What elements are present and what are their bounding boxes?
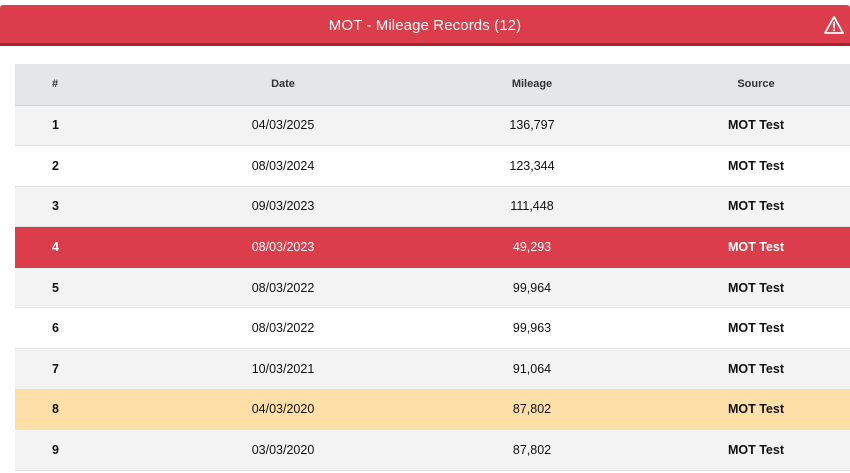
row-source-cell: MOT Test (630, 267, 850, 309)
row-source-cell: MOT Test (630, 348, 850, 390)
row-source-cell: MOT Test (630, 429, 850, 471)
row-source-cell: MOT Test (630, 145, 850, 187)
table-row[interactable]: 4 08/03/2023 49,293 MOT Test (15, 226, 850, 268)
row-number-cell: 5 (15, 267, 132, 309)
table-row[interactable]: 6 08/03/2022 99,963 MOT Test (15, 307, 850, 350)
column-header-mileage[interactable]: Mileage (434, 64, 630, 106)
table-header-row: # Date Mileage Source (15, 64, 850, 106)
row-date-cell: 04/03/2020 (132, 389, 434, 431)
table-row[interactable]: 1 04/03/2025 136,797 MOT Test (15, 105, 850, 147)
column-header-date[interactable]: Date (132, 64, 434, 106)
row-date-cell: 08/03/2024 (132, 145, 434, 187)
table-row[interactable]: 3 09/03/2023 111,448 MOT Test (15, 186, 850, 228)
table-row[interactable]: 9 03/03/2020 87,802 MOT Test (15, 429, 850, 471)
row-source-cell: MOT Test (630, 389, 850, 431)
row-date-cell: 03/03/2020 (132, 429, 434, 471)
panel-header[interactable]: MOT - Mileage Records (12) (0, 5, 850, 46)
column-header-source[interactable]: Source (630, 64, 850, 106)
row-mileage-cell: 123,344 (434, 145, 630, 187)
table-row[interactable]: 7 10/03/2021 91,064 MOT Test (15, 348, 850, 390)
row-date-cell: 04/03/2025 (132, 105, 434, 147)
row-number-cell: 2 (15, 145, 132, 187)
row-source-cell: MOT Test (630, 307, 850, 350)
row-number-cell: 9 (15, 429, 132, 471)
row-mileage-cell: 49,293 (434, 226, 630, 268)
row-date-cell: 08/03/2023 (132, 226, 434, 268)
row-source-cell: MOT Test (630, 105, 850, 147)
row-mileage-cell: 111,448 (434, 186, 630, 228)
table-row[interactable]: 8 04/03/2020 87,802 MOT Test (15, 389, 850, 431)
column-header-number[interactable]: # (15, 64, 132, 106)
table-row[interactable]: 5 08/03/2022 99,964 MOT Test (15, 267, 850, 309)
row-number-cell: 4 (15, 226, 132, 268)
row-mileage-cell: 91,064 (434, 348, 630, 390)
row-source-cell: MOT Test (630, 186, 850, 228)
row-number-cell: 6 (15, 307, 132, 350)
row-mileage-cell: 87,802 (434, 389, 630, 431)
row-number-cell: 8 (15, 389, 132, 431)
row-date-cell: 10/03/2021 (132, 348, 434, 390)
row-number-cell: 3 (15, 186, 132, 228)
row-mileage-cell: 99,963 (434, 307, 630, 350)
row-date-cell: 08/03/2022 (132, 267, 434, 309)
warning-triangle-icon[interactable] (824, 15, 844, 35)
mileage-table: # Date Mileage Source 1 04/03/2025 136,797… (15, 64, 850, 471)
row-date-cell: 09/03/2023 (132, 186, 434, 228)
row-mileage-cell: 99,964 (434, 267, 630, 309)
row-mileage-cell: 136,797 (434, 105, 630, 147)
table-body: 1 04/03/2025 136,797 MOT Test 2 08/03/2024 123… (15, 105, 850, 471)
row-source-cell: MOT Test (630, 226, 850, 268)
row-number-cell: 7 (15, 348, 132, 390)
mileage-table-container: # Date Mileage Source 1 04/03/2025 136,797… (15, 64, 850, 471)
row-date-cell: 08/03/2022 (132, 307, 434, 350)
row-number-cell: 1 (15, 105, 132, 147)
row-mileage-cell: 87,802 (434, 429, 630, 471)
mileage-records-panel: MOT - Mileage Records (12) # Date Mileag… (0, 0, 850, 473)
table-row[interactable]: 2 08/03/2024 123,344 MOT Test (15, 145, 850, 187)
panel-title: MOT - Mileage Records (12) (328, 17, 522, 34)
